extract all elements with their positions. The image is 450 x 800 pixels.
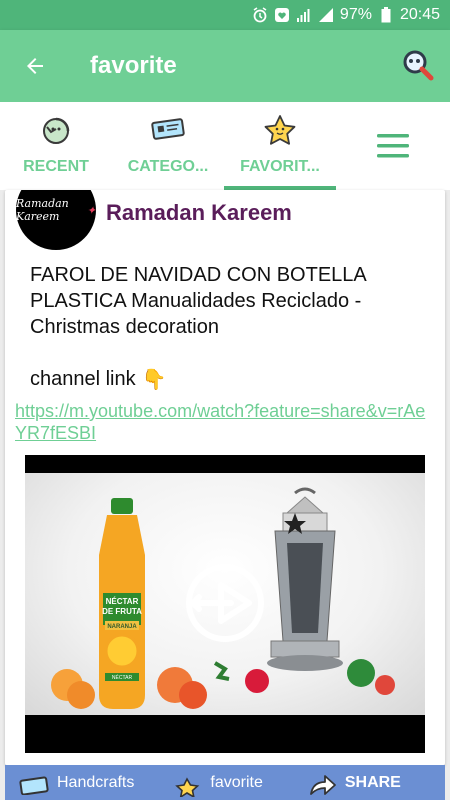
star-face-icon	[172, 768, 202, 798]
post-card: Ramadan Kareem ✦ Ramadan Kareem FAROL DE …	[5, 190, 445, 765]
channel-name[interactable]: Ramadan Kareem	[106, 200, 292, 226]
page-title: favorite	[90, 52, 177, 79]
bottle-brand-line1: NÉCTAR	[106, 597, 139, 606]
wifi-signal-icon	[296, 7, 312, 23]
refresh-icon	[38, 112, 74, 148]
heart-shield-icon	[274, 7, 290, 23]
share-arrow-icon	[307, 768, 337, 798]
play-icon	[186, 564, 264, 642]
post-text: FAROL DE NAVIDAD CON BOTELLA PLASTICA Ma…	[30, 264, 366, 338]
back-button[interactable]	[0, 30, 70, 102]
arrow-back-icon	[27, 58, 43, 74]
tab-label: RECENT	[23, 158, 89, 175]
status-bar: 97% 20:45	[0, 0, 450, 30]
video-thumbnail[interactable]: NÉCTAR DE FRUTA NARANJA NÉCTAR	[25, 455, 425, 753]
avatar[interactable]: Ramadan Kareem ✦	[16, 190, 96, 250]
category-label: Handcrafts	[57, 773, 135, 791]
tab-label: CATEGO...	[127, 158, 209, 175]
favorite-button[interactable]: favorite	[172, 765, 263, 800]
category-button[interactable]: Handcrafts	[19, 765, 134, 800]
lantern-icon: ✦	[86, 203, 96, 217]
tab-favorites[interactable]: FAVORIT...	[224, 102, 336, 190]
star-face-icon	[262, 112, 298, 148]
avatar-text: Ramadan Kareem	[16, 197, 69, 223]
search-button[interactable]	[400, 48, 436, 84]
menu-button[interactable]	[336, 102, 450, 190]
youtube-link[interactable]: https://m.youtube.com/watch?feature=shar…	[15, 400, 435, 444]
bottle-bottom-label: NÉCTAR	[112, 674, 133, 681]
tab-recent[interactable]: RECENT	[0, 102, 112, 190]
hamburger-menu-icon	[377, 134, 409, 158]
bottle-brand-line2: DE FRUTA	[102, 607, 142, 616]
play-button[interactable]	[185, 563, 265, 643]
share-button[interactable]: SHARE	[307, 765, 401, 800]
search-icon	[403, 50, 434, 81]
tab-bar: RECENT CATEGO... FAVORIT...	[0, 102, 450, 190]
clock: 20:45	[399, 6, 440, 23]
battery-percent: 97%	[339, 6, 372, 23]
ticket-icon	[150, 112, 186, 148]
pointing-down-icon: 👇	[141, 369, 167, 391]
favorite-label: favorite	[210, 773, 263, 791]
app-bar: favorite	[0, 30, 450, 102]
post-channel-line: channel link 👇	[30, 367, 167, 392]
channel-link-label: channel link	[30, 368, 136, 390]
tab-categories[interactable]: CATEGO...	[112, 102, 224, 190]
battery-icon	[378, 7, 394, 23]
ticket-icon	[19, 768, 49, 798]
share-label: SHARE	[344, 773, 401, 791]
alarm-icon	[252, 7, 268, 23]
bottle-flavor: NARANJA	[107, 624, 137, 630]
post-action-bar: Handcrafts favorite SHARE	[5, 765, 445, 800]
cell-signal-icon	[318, 7, 334, 23]
tab-label: FAVORIT...	[240, 158, 320, 175]
